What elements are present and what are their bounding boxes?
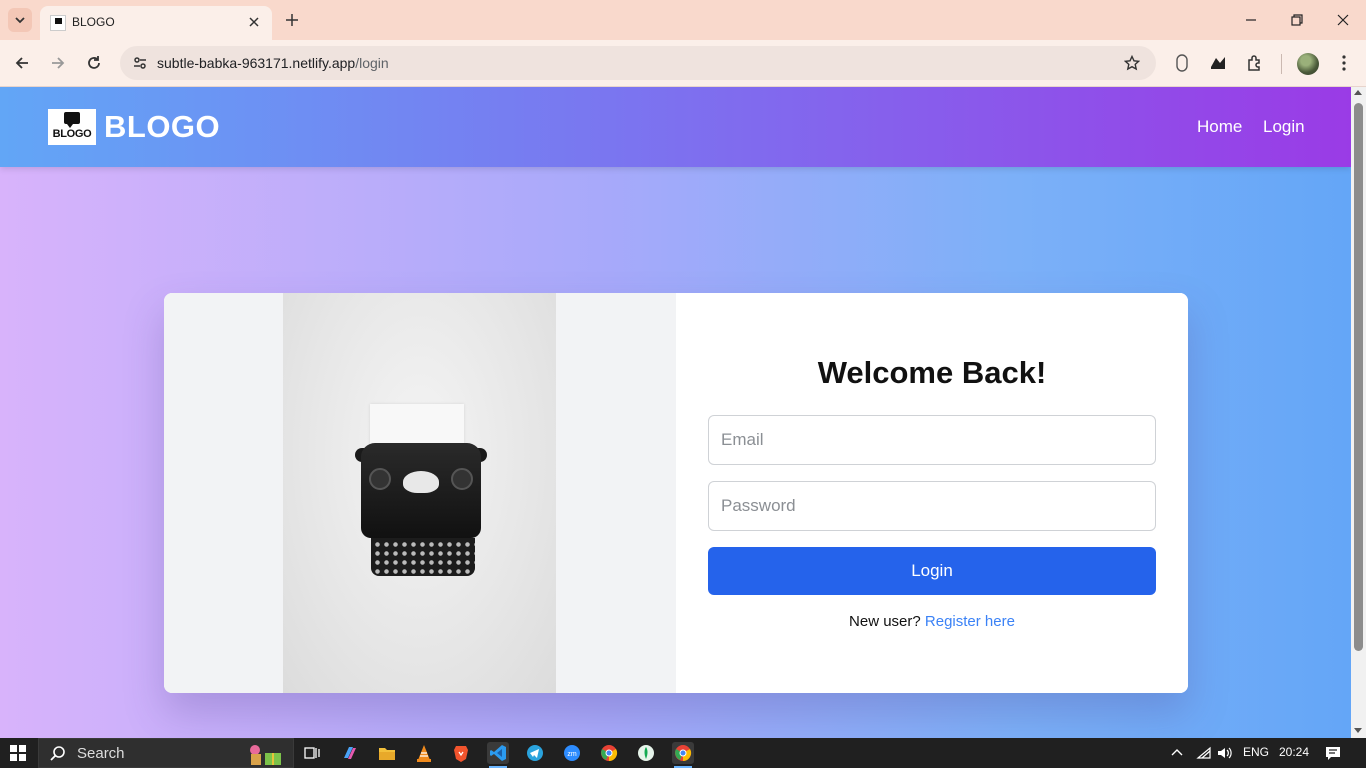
speech-bubble-icon xyxy=(64,112,80,128)
file-explorer-icon[interactable] xyxy=(376,742,398,764)
scroll-down-arrow-icon[interactable] xyxy=(1354,728,1362,733)
zoom-icon[interactable]: zm xyxy=(561,742,583,764)
minimize-icon xyxy=(1246,19,1256,21)
puzzle-icon xyxy=(1248,55,1260,71)
login-card: Welcome Back! Login New user? Register h… xyxy=(164,293,1188,693)
login-button[interactable]: Login xyxy=(708,547,1156,595)
bookmark-button[interactable] xyxy=(1120,51,1144,75)
tune-icon xyxy=(134,57,146,69)
register-prompt: New user? Register here xyxy=(676,613,1188,630)
extensions-menu-button[interactable] xyxy=(1243,51,1267,75)
logo-text: BLOGO xyxy=(52,128,92,140)
search-icon xyxy=(50,746,65,761)
reload-icon xyxy=(88,56,100,69)
new-user-text: New user? xyxy=(849,613,921,630)
url-host: subtle-babka-963171.netlify.app xyxy=(157,55,356,71)
task-view-icon[interactable] xyxy=(301,742,323,764)
typewriter-keys xyxy=(371,538,475,576)
star-icon xyxy=(1124,55,1140,71)
site-info-button[interactable] xyxy=(128,51,152,75)
typewriter-knob-right xyxy=(451,468,473,490)
login-form-panel: Welcome Back! Login New user? Register h… xyxy=(676,293,1188,693)
typewriter-center xyxy=(403,471,439,493)
chrome-icon[interactable] xyxy=(598,742,620,764)
page-viewport: BLOGO BLOGO Home Login Welcome Back! Log… xyxy=(0,87,1351,738)
browser-toolbar: subtle-babka-963171.netlify.app/login xyxy=(0,40,1366,87)
typewriter-photo xyxy=(283,293,556,693)
extension-counter-icon xyxy=(1176,54,1188,72)
minimize-button[interactable] xyxy=(1238,8,1264,32)
site-logo[interactable]: BLOGO xyxy=(48,109,96,145)
password-field[interactable] xyxy=(708,481,1156,531)
windows-start-icon[interactable] xyxy=(10,745,26,761)
tray-chevron-up-icon[interactable] xyxy=(1166,742,1188,764)
gift-box-icon xyxy=(250,745,281,765)
tab-close-button[interactable] xyxy=(244,12,264,32)
search-label: Search xyxy=(77,745,125,762)
toolbar-separator xyxy=(1281,54,1282,74)
vlc-icon[interactable] xyxy=(413,742,435,764)
restore-icon xyxy=(1291,14,1303,26)
site-brand[interactable]: BLOGO xyxy=(104,109,220,145)
chevron-down-icon xyxy=(15,17,25,24)
taskbar-search[interactable]: Search xyxy=(38,738,294,768)
language-indicator[interactable]: ENG xyxy=(1243,745,1269,759)
close-icon xyxy=(249,17,259,27)
login-title: Welcome Back! xyxy=(817,355,1047,390)
volume-icon[interactable] xyxy=(1214,742,1236,764)
tab-title: BLOGO xyxy=(72,15,115,29)
blogo-favicon-icon xyxy=(50,15,66,31)
wifi-icon[interactable] xyxy=(1193,742,1215,764)
extension-button[interactable] xyxy=(1206,51,1230,75)
copilot-icon[interactable] xyxy=(339,742,361,764)
plus-icon xyxy=(286,14,298,26)
extension-badge-button[interactable] xyxy=(1170,51,1194,75)
close-icon xyxy=(1337,14,1349,26)
scroll-thumb[interactable] xyxy=(1354,103,1363,651)
url-path: /login xyxy=(355,55,389,71)
clock[interactable]: 20:24 xyxy=(1279,745,1309,759)
page-scrollbar[interactable] xyxy=(1351,87,1366,738)
email-field[interactable] xyxy=(708,415,1156,465)
extension-app-icon xyxy=(1211,57,1225,69)
arrow-left-icon xyxy=(15,57,28,69)
url-text: subtle-babka-963171.netlify.app/login xyxy=(157,55,389,71)
nav-home-link[interactable]: Home xyxy=(1197,117,1242,137)
new-tab-button[interactable] xyxy=(282,10,302,30)
close-window-button[interactable] xyxy=(1330,8,1356,32)
profile-avatar[interactable] xyxy=(1297,53,1319,75)
telegram-icon[interactable] xyxy=(524,742,546,764)
nav-login-link[interactable]: Login xyxy=(1263,117,1305,137)
typewriter-knob-left xyxy=(369,468,391,490)
browser-menu-button[interactable] xyxy=(1332,51,1356,75)
forward-button[interactable] xyxy=(46,51,70,75)
mongodb-compass-icon[interactable] xyxy=(635,742,657,764)
browser-tab-bar: BLOGO xyxy=(0,0,1366,40)
svg-text:zm: zm xyxy=(567,751,577,758)
brave-browser-icon[interactable] xyxy=(450,742,472,764)
reload-button[interactable] xyxy=(82,51,106,75)
browser-tab[interactable]: BLOGO xyxy=(40,6,272,40)
chrome-active-icon[interactable] xyxy=(672,742,694,768)
login-image-panel xyxy=(164,293,676,693)
scroll-up-arrow-icon[interactable] xyxy=(1354,90,1362,95)
notifications-icon[interactable] xyxy=(1322,742,1344,764)
windows-taskbar: Search zm ENG 20:24 xyxy=(0,738,1366,768)
site-header: BLOGO BLOGO Home Login xyxy=(0,87,1351,167)
arrow-right-icon xyxy=(52,57,65,69)
restore-button[interactable] xyxy=(1284,8,1310,32)
address-bar[interactable]: subtle-babka-963171.netlify.app/login xyxy=(120,46,1156,80)
kebab-menu-icon xyxy=(1342,55,1346,71)
tab-search-button[interactable] xyxy=(8,8,32,32)
vscode-icon[interactable] xyxy=(487,742,509,768)
back-button[interactable] xyxy=(10,51,34,75)
register-link[interactable]: Register here xyxy=(925,613,1015,630)
